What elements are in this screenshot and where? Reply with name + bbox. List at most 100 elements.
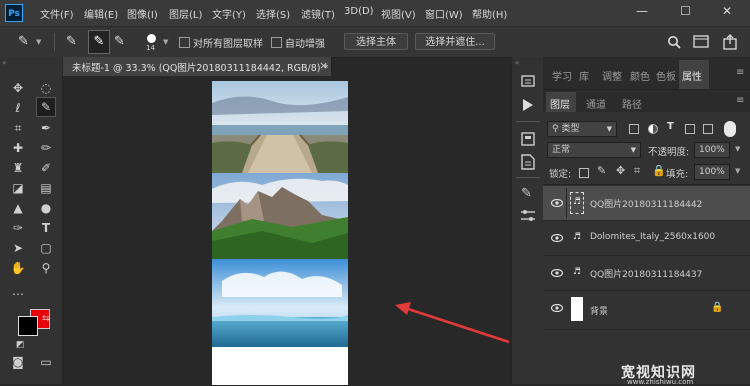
chevron-down-icon[interactable]: ▼ bbox=[735, 145, 740, 153]
healing-brush-tool-icon[interactable]: ✚ bbox=[9, 139, 27, 157]
maximize-button[interactable]: ☐ bbox=[680, 4, 691, 18]
document-canvas[interactable] bbox=[212, 81, 348, 385]
quick-mask-icon[interactable]: ◙ bbox=[9, 353, 27, 371]
menu-layer[interactable]: 图层(L) bbox=[169, 6, 202, 21]
lock-image-pixels-icon[interactable]: ✎ bbox=[597, 164, 606, 177]
gradient-tool-icon[interactable]: ▤ bbox=[37, 179, 55, 197]
minimize-button[interactable]: — bbox=[636, 4, 648, 18]
quick-select-tool-preset-icon[interactable]: ✎ bbox=[18, 34, 29, 49]
visibility-eye-icon[interactable] bbox=[551, 234, 563, 242]
pixel-filter-icon[interactable] bbox=[629, 124, 639, 134]
blur-tool-icon[interactable]: ▲ bbox=[9, 199, 27, 217]
panel-menu-icon[interactable]: ≡ bbox=[736, 95, 744, 106]
close-document-icon[interactable]: × bbox=[319, 59, 328, 72]
close-window-button[interactable]: ✕ bbox=[722, 4, 732, 18]
adjustments-icon[interactable] bbox=[520, 209, 536, 223]
filter-toggle-icon[interactable] bbox=[724, 121, 736, 137]
search-icon[interactable] bbox=[667, 35, 681, 49]
menu-window[interactable]: 窗口(W) bbox=[425, 6, 463, 21]
history-icon[interactable] bbox=[521, 74, 535, 88]
eraser-tool-icon[interactable]: ◪ bbox=[9, 179, 27, 197]
foreground-color-swatch[interactable] bbox=[18, 316, 38, 336]
new-selection-brush-icon[interactable]: ✎ bbox=[66, 34, 77, 49]
menu-view[interactable]: 视图(V) bbox=[381, 6, 416, 21]
tab-libraries[interactable]: 库 bbox=[579, 68, 589, 83]
tab-color[interactable]: 颜色 bbox=[630, 68, 650, 83]
smart-object-filter-icon[interactable] bbox=[703, 124, 713, 134]
dodge-tool-icon[interactable]: ● bbox=[37, 199, 55, 217]
lock-transparent-pixels-icon[interactable] bbox=[579, 168, 589, 178]
more-tools-icon[interactable]: ⋯ bbox=[9, 285, 27, 303]
tab-swatches[interactable]: 色板 bbox=[656, 68, 676, 83]
libraries-icon[interactable] bbox=[521, 132, 535, 146]
tab-adjustments[interactable]: 调整 bbox=[602, 68, 622, 83]
document-tab[interactable]: 未标题-1 @ 33.3% (QQ图片20180311184442, RGB/8… bbox=[63, 57, 332, 76]
chevron-down-icon[interactable]: ▼ bbox=[735, 167, 740, 175]
canvas-area[interactable] bbox=[63, 76, 510, 385]
collapse-icon[interactable]: « bbox=[515, 59, 519, 67]
shape-filter-icon[interactable] bbox=[685, 124, 695, 134]
brush-tip-icon[interactable] bbox=[147, 34, 156, 43]
panel-menu-icon[interactable]: ≡ bbox=[736, 67, 744, 78]
zoom-tool-icon[interactable]: ⚲ bbox=[37, 259, 55, 277]
workspace-icon[interactable] bbox=[693, 35, 709, 49]
menu-3d[interactable]: 3D(D) bbox=[344, 6, 374, 17]
rectangle-tool-icon[interactable]: ▢ bbox=[37, 239, 55, 257]
document-icon[interactable] bbox=[521, 154, 535, 170]
menu-help[interactable]: 帮助(H) bbox=[472, 6, 507, 21]
tab-paths[interactable]: 路径 bbox=[622, 96, 642, 111]
layer-row[interactable]: ♬ QQ图片20180311184437 bbox=[543, 256, 750, 291]
collapse-icon[interactable]: « bbox=[2, 59, 6, 67]
menu-type[interactable]: 文字(Y) bbox=[212, 6, 246, 21]
lasso-tool-icon[interactable]: ℓ bbox=[9, 99, 27, 117]
brush-tool-icon[interactable]: ✏ bbox=[37, 139, 55, 157]
select-and-mask-button[interactable]: 选择并遮住... bbox=[415, 33, 495, 50]
layer-name[interactable]: QQ图片20180311184437 bbox=[590, 267, 702, 280]
lock-artboard-icon[interactable]: ⌗ bbox=[634, 164, 640, 178]
clone-stamp-tool-icon[interactable]: ♜ bbox=[9, 159, 27, 177]
blend-mode-select[interactable]: 正常 ▼ bbox=[547, 142, 641, 158]
menu-file[interactable]: 文件(F) bbox=[40, 6, 74, 21]
layer-name[interactable]: QQ图片20180311184442 bbox=[590, 197, 702, 210]
chevron-down-icon[interactable]: ▼ bbox=[163, 38, 168, 46]
pen-tool-icon[interactable]: ✑ bbox=[9, 219, 27, 237]
select-subject-button[interactable]: 选择主体 bbox=[344, 33, 408, 50]
type-filter-icon[interactable]: T bbox=[667, 121, 674, 132]
menu-edit[interactable]: 编辑(E) bbox=[84, 6, 118, 21]
visibility-eye-icon[interactable] bbox=[551, 304, 563, 312]
eyedropper-tool-icon[interactable]: ✒ bbox=[37, 119, 55, 137]
lock-position-icon[interactable]: ✥ bbox=[616, 164, 625, 177]
layer-row[interactable]: 背景 🔒 bbox=[543, 291, 750, 330]
subtract-selection-brush-icon[interactable]: ✎ bbox=[114, 34, 125, 49]
visibility-eye-icon[interactable] bbox=[551, 269, 563, 277]
tab-learn[interactable]: 学习 bbox=[552, 68, 572, 83]
layer-name[interactable]: Dolomites_Italy_2560x1600 bbox=[590, 232, 715, 242]
layer-name[interactable]: 背景 bbox=[590, 304, 608, 317]
opacity-input[interactable]: 100% bbox=[694, 142, 730, 158]
default-colors-icon[interactable]: ◩ bbox=[16, 340, 25, 350]
path-selection-tool-icon[interactable]: ➤ bbox=[9, 239, 27, 257]
tab-properties[interactable]: 属性 bbox=[682, 68, 702, 83]
tab-channels[interactable]: 通道 bbox=[586, 96, 606, 111]
auto-enhance-checkbox[interactable] bbox=[271, 37, 282, 48]
visibility-eye-icon[interactable] bbox=[551, 199, 563, 207]
crop-tool-icon[interactable]: ⌗ bbox=[9, 119, 27, 137]
hand-tool-icon[interactable]: ✋ bbox=[9, 259, 27, 277]
layer-row[interactable]: ♬ Dolomites_Italy_2560x1600 bbox=[543, 221, 750, 256]
tab-layers[interactable]: 图层 bbox=[550, 96, 570, 111]
chevron-down-icon[interactable]: ▼ bbox=[36, 38, 41, 46]
share-icon[interactable] bbox=[722, 34, 738, 50]
move-tool-icon[interactable]: ✥ bbox=[9, 79, 27, 97]
menu-select[interactable]: 选择(S) bbox=[256, 6, 290, 21]
fill-input[interactable]: 100% bbox=[694, 164, 730, 180]
play-icon[interactable] bbox=[522, 98, 534, 112]
layer-row[interactable]: ♬ QQ图片20180311184442 bbox=[543, 186, 750, 221]
quick-selection-tool-icon[interactable]: ✎ bbox=[36, 97, 56, 117]
screen-mode-icon[interactable]: ▭ bbox=[37, 353, 55, 371]
add-to-selection-brush-icon[interactable]: ✎ bbox=[88, 30, 110, 54]
adjustment-filter-icon[interactable] bbox=[648, 124, 658, 134]
marquee-tool-icon[interactable]: ◌ bbox=[37, 79, 55, 97]
menu-filter[interactable]: 滤镜(T) bbox=[301, 6, 335, 21]
sample-all-layers-checkbox[interactable] bbox=[179, 37, 190, 48]
swap-colors-icon[interactable]: ⇆ bbox=[42, 314, 50, 324]
